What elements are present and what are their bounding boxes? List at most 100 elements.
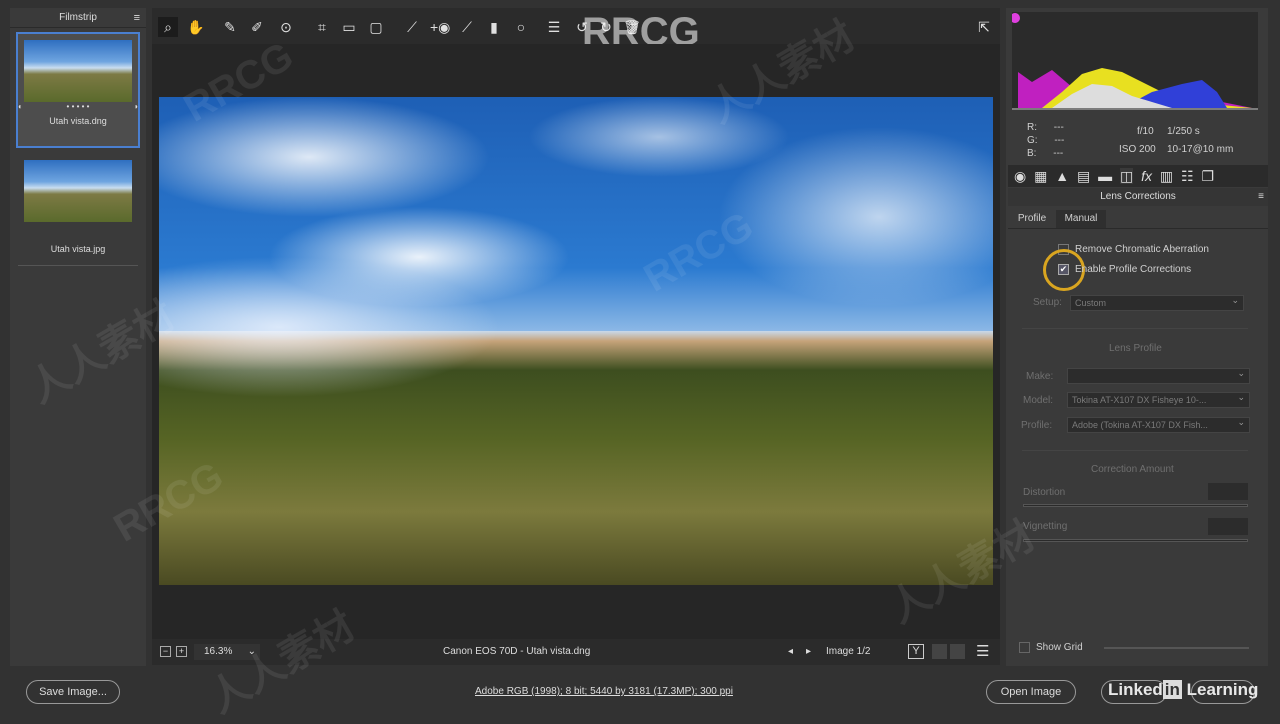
model-value: Tokina AT-X107 DX Fisheye 10-... [1072,395,1207,405]
hand-icon[interactable]: ✋ [186,17,206,37]
distortion-label: Distortion [1023,487,1066,498]
rating-stars[interactable]: • • • • • [67,102,90,111]
swap-settings-icon[interactable] [932,644,947,659]
basic-tab-icon[interactable]: ◉ [1014,168,1026,184]
transform-icon[interactable]: ▢ [366,17,386,37]
white-balance-icon[interactable]: ✎ [220,17,240,37]
rotate-icon[interactable]: ◐ [18,102,23,111]
snapshots-tab-icon[interactable]: ❐ [1201,168,1214,184]
filmstrip-header: Filmstrip ≡ [10,8,146,28]
make-select[interactable] [1067,366,1250,384]
thumbnail-label: Utah vista.jpg [50,244,106,254]
next-image-button[interactable]: ▸ [806,646,811,657]
b-value: --- [1053,148,1064,159]
effects-tab-icon[interactable]: fx [1141,168,1152,184]
crop-icon[interactable]: ⌗ [312,17,332,37]
focal-length: 10-17@10 mm [1167,144,1234,155]
tab-manual[interactable]: Manual [1056,210,1106,228]
linkedin-learning-logo: Linked in Learning [1108,680,1259,699]
vignetting-label: Vignetting [1023,521,1068,532]
menu-icon[interactable]: ≡ [134,8,140,28]
preferences-icon[interactable]: ☰ [544,17,564,37]
zoom-in-button[interactable]: + [176,646,187,657]
radial-filter-icon[interactable]: ○ [511,17,531,37]
lens-corrections-tab-icon[interactable]: ◫ [1120,168,1134,184]
panel-menu-icon[interactable]: ≡ [1258,188,1264,206]
adjustment-brush-icon[interactable]: ⟋ [457,17,477,37]
photo-preview[interactable] [159,97,993,585]
hsl-tab-icon[interactable]: ▤ [1077,168,1090,184]
graduated-filter-icon[interactable]: ▮ [484,17,504,37]
open-image-button[interactable]: Open Image [986,680,1076,704]
zoom-value: 16.3% [204,646,233,657]
profile-value: Adobe (Tokina AT-X107 DX Fish... [1072,420,1208,430]
remove-chromatic-aberration-label: Remove Chromatic Aberration [1075,244,1209,255]
zoom-out-button[interactable]: − [160,646,171,657]
show-grid-checkbox[interactable] [1019,642,1030,653]
setup-value: Custom [1075,298,1107,308]
workflow-options-link[interactable]: Adobe RGB (1998); 8 bit; 5440 by 3181 (1… [475,686,733,697]
zoom-level-select[interactable]: 16.3% ⌄ [194,644,260,660]
distortion-slider[interactable] [1023,504,1248,507]
shutter-speed: 1/250 s [1167,126,1200,137]
setup-label: Setup: [1033,297,1062,308]
filmstrip-item[interactable]: Utah vista.jpg [18,156,138,266]
panel-tabs: ◉ ▦ ▲ ▤ ▬ ◫ fx ▥ ☷ ❐ [1008,165,1268,187]
chevron-down-icon: ⌄ [247,646,256,657]
zoom-icon[interactable]: ⌕ [158,17,178,37]
b-label: B: [1027,148,1037,159]
profile-select[interactable]: Adobe (Tokina AT-X107 DX Fish... [1067,415,1250,433]
tone-curve-tab-icon[interactable]: ▦ [1034,168,1047,184]
lens-profile-title: Lens Profile [1109,343,1162,354]
histogram-graph [1010,13,1258,110]
thumbnail-label: Utah vista.dng [49,116,107,126]
flag-icon[interactable]: ◑ [133,102,138,111]
file-title: Canon EOS 70D - Utah vista.dng [443,646,591,657]
preview-status-bar: − + 16.3% ⌄ Canon EOS 70D - Utah vista.dn… [152,639,1000,665]
tab-profile[interactable]: Profile [1010,210,1054,228]
r-label: R: [1027,122,1037,133]
clipping-warning-icon[interactable] [1010,13,1020,23]
copy-settings-icon[interactable] [950,644,965,659]
setup-select[interactable]: Custom [1070,293,1244,311]
filmstrip-panel: Filmstrip ≡ ◐ • • • • • ◑ Utah vista.dng Ut… [10,8,146,666]
detail-tab-icon[interactable]: ▲ [1055,168,1069,184]
toolbar: ⌕ ✋ ✎ ✐ ⊙ ⌗ ▭ ▢ ⟋ +◉ ⟋ ▮ ○ ☰ ↺ ↻ 🗑 ⇱ RRC… [152,8,1000,54]
red-eye-icon[interactable]: +◉ [430,17,450,37]
show-grid-label: Show Grid [1036,642,1083,653]
r-value: --- [1053,122,1064,133]
model-select[interactable]: Tokina AT-X107 DX Fisheye 10-... [1067,390,1250,408]
aperture: f/10 [1137,126,1154,137]
split-toning-tab-icon[interactable]: ▬ [1098,168,1112,184]
grid-size-slider[interactable] [1104,647,1249,649]
vignetting-slider[interactable] [1023,539,1248,542]
distortion-value-field[interactable] [1208,483,1248,500]
vignetting-value-field[interactable] [1208,518,1248,535]
spot-removal-icon[interactable]: ⟋ [402,17,422,37]
correction-amount-title: Correction Amount [1091,464,1174,475]
before-after-toggle[interactable]: Y [908,644,924,659]
presets-tab-icon[interactable]: ☷ [1181,168,1194,184]
previous-image-button[interactable]: ◂ [788,646,793,657]
fullscreen-icon[interactable]: ⇱ [974,17,994,37]
image-counter: Image 1/2 [826,646,871,657]
histogram [1010,12,1258,110]
profile-label: Profile: [1021,420,1053,431]
divider [1022,328,1248,329]
divider [1008,228,1268,229]
filmstrip-title: Filmstrip [59,12,97,23]
filmstrip-item[interactable]: ◐ • • • • • ◑ Utah vista.dng [16,32,140,148]
g-label: G: [1027,135,1038,146]
straighten-icon[interactable]: ▭ [339,17,359,37]
save-image-button[interactable]: Save Image... [26,680,120,704]
color-sampler-icon[interactable]: ✐ [247,17,267,37]
enable-profile-corrections-label: Enable Profile Corrections [1075,264,1192,275]
g-value: --- [1054,135,1065,146]
camera-calibration-tab-icon[interactable]: ▥ [1160,168,1173,184]
rgb-readout: R: --- G: --- B: --- [1027,121,1064,160]
target-adjustment-icon[interactable]: ⊙ [276,17,296,37]
make-label: Make: [1026,371,1054,382]
panel-title: Lens Corrections [1100,191,1176,202]
iso: ISO 200 [1119,144,1156,155]
preview-preferences-icon[interactable]: ☰ [976,642,989,660]
